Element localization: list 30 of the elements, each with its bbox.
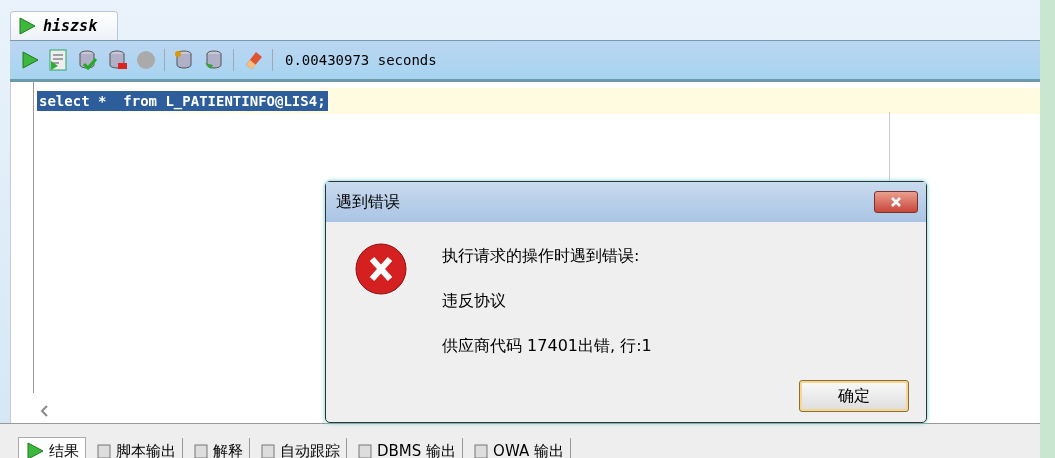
play-icon[interactable] bbox=[25, 441, 45, 458]
error-message: 执行请求的操作时遇到错误: bbox=[442, 246, 641, 267]
output-icon bbox=[357, 443, 373, 458]
output-icon bbox=[193, 443, 209, 458]
scroll-left-icon[interactable] bbox=[39, 404, 49, 418]
output-tab[interactable]: 脚本输出 bbox=[90, 438, 183, 458]
close-icon bbox=[890, 196, 902, 208]
commit-icon[interactable] bbox=[76, 49, 98, 71]
output-tab[interactable]: OWA 输出 bbox=[467, 438, 571, 458]
script-icon[interactable] bbox=[48, 49, 68, 71]
error-message: 供应商代码 17401出错, 行:1 bbox=[442, 336, 652, 357]
output-tab[interactable]: 解释 bbox=[187, 438, 250, 458]
run-icon[interactable] bbox=[20, 50, 40, 70]
database-icon[interactable] bbox=[173, 49, 195, 71]
output-tab[interactable]: 自动跟踪 bbox=[254, 438, 347, 458]
rollback-icon[interactable] bbox=[106, 49, 128, 71]
timing-text: 0.00430973 seconds bbox=[285, 52, 437, 68]
editor-tab[interactable]: hiszsk bbox=[10, 11, 119, 40]
ok-button[interactable]: 确定 bbox=[799, 380, 909, 412]
error-message: 违反协议 bbox=[442, 291, 507, 312]
error-icon bbox=[354, 242, 408, 296]
output-tab[interactable]: DBMS 输出 bbox=[351, 438, 464, 458]
output-tab[interactable]: 结果 bbox=[18, 437, 86, 458]
close-button[interactable] bbox=[874, 191, 918, 213]
dialog-title: 遇到错误 bbox=[336, 191, 400, 213]
play-icon[interactable] bbox=[17, 16, 37, 36]
sql-statement: select * from L_PATIENTINFO@LIS4; bbox=[37, 91, 328, 111]
output-icon bbox=[260, 443, 276, 458]
output-icon bbox=[96, 443, 112, 458]
output-icon bbox=[473, 443, 490, 458]
